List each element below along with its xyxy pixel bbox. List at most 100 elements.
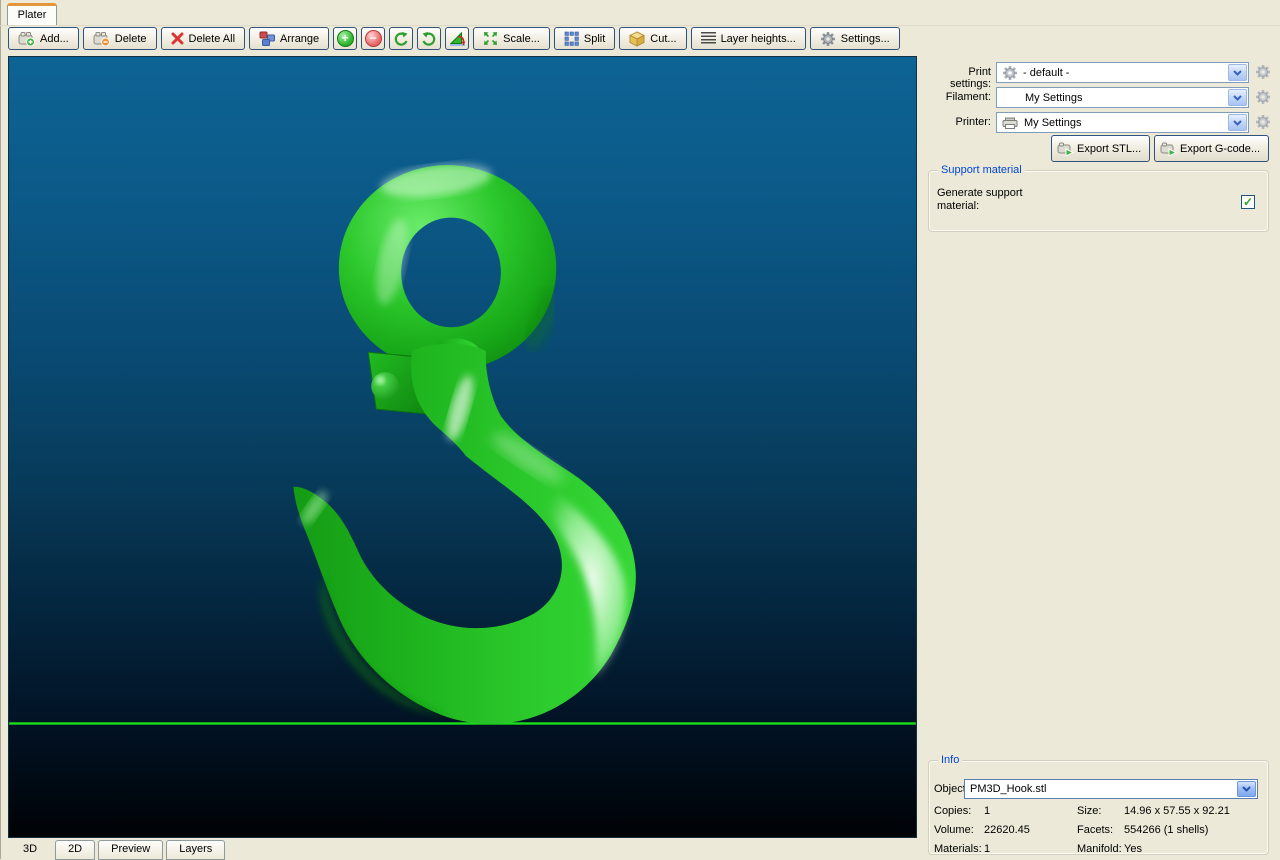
tab-plater[interactable]: Plater [7,3,57,25]
object-value: PM3D_Hook.stl [965,783,1236,795]
tab-strip-divider [0,25,1280,26]
delete-button-label: Delete [115,33,147,45]
object-dropdown-arrow[interactable] [1237,781,1256,797]
handles-icon [564,31,579,46]
facets-value: 554266 (1 shells) [1124,824,1208,836]
stacked-lines-icon [701,32,716,45]
rotate-ccw-icon [393,31,409,47]
generate-support-checkbox[interactable]: ✓ [1241,195,1255,209]
settings-panel: Print settings: - default - Filament: My… [925,56,1280,859]
settings-button-label: Settings... [841,33,890,45]
brick-plus-icon [18,31,35,46]
chevron-down-icon [1242,786,1251,792]
support-material-group: Support material Generate support materi… [928,170,1269,232]
rotate-cw-button[interactable] [417,27,441,50]
delete-button[interactable]: Delete [83,27,157,50]
volume-label: Volume: [934,824,974,836]
printer-icon [1002,117,1019,129]
settings-button[interactable]: Settings... [810,27,900,50]
printer-dropdown-arrow[interactable] [1228,114,1247,131]
print-settings-select[interactable]: - default - [996,62,1249,83]
scale-button-label: Scale... [503,33,540,45]
size-value: 14.96 x 57.55 x 92.21 [1124,805,1230,817]
add-button[interactable]: Add... [8,27,79,50]
rotate-cw-icon [421,31,437,47]
materials-value: 1 [984,843,990,855]
support-material-title: Support material [938,164,1025,176]
rotate-custom-button[interactable] [445,27,469,50]
filament-gear-icon[interactable] [1255,89,1271,105]
gear-icon [1002,65,1018,81]
arrange-button[interactable]: Arrange [249,27,329,50]
info-title: Info [938,754,962,766]
generate-support-label: Generate support material: [937,187,1047,213]
bricks-icon [259,31,275,46]
materials-label: Materials: [934,843,982,855]
cut-button[interactable]: Cut... [619,27,686,50]
chevron-down-icon [1233,70,1242,76]
cut-button-label: Cut... [650,33,676,45]
brick-export-icon [1160,142,1177,156]
print-settings-label: Print settings: [925,66,991,90]
tab-plater-label: Plater [18,9,47,21]
chevron-down-icon [1233,95,1242,101]
check-icon: ✓ [1243,196,1253,208]
minus-circle-icon: − [365,30,382,47]
print-settings-value: - default - [1018,67,1227,79]
view-tab-2d[interactable]: 2D [55,840,95,860]
layer-heights-button[interactable]: Layer heights... [691,27,806,50]
rotate-ccw-button[interactable] [389,27,413,50]
filament-select[interactable]: My Settings [996,87,1249,108]
export-stl-label: Export STL... [1077,143,1141,155]
arrange-button-label: Arrange [280,33,319,45]
bed-boundary-line [9,722,916,724]
plater-3d-viewport[interactable] [8,56,917,838]
printer-select[interactable]: My Settings [996,112,1249,133]
manifold-label: Manifold: [1077,843,1122,855]
gold-box-icon [629,31,645,47]
hook-model[interactable] [9,57,916,837]
plater-toolbar: Add... Delete Delete All A [8,27,900,50]
printer-gear-icon[interactable] [1255,114,1271,130]
red-x-icon [171,32,184,45]
manifold-value: Yes [1124,843,1142,855]
triangle-rotate-icon [449,31,466,47]
object-select[interactable]: PM3D_Hook.stl [964,779,1258,799]
filament-value: My Settings [997,92,1227,104]
increase-copies-button[interactable]: + [333,27,357,50]
brick-minus-icon [93,31,110,46]
print-settings-dropdown-arrow[interactable] [1228,64,1247,81]
export-gcode-button[interactable]: Export G-code... [1154,135,1269,162]
facets-label: Facets: [1077,824,1113,836]
copies-value: 1 [984,805,990,817]
chevron-down-icon [1233,120,1242,126]
plus-circle-icon: + [337,30,354,47]
filament-dropdown-arrow[interactable] [1228,89,1247,106]
size-label: Size: [1077,805,1101,817]
view-tab-3d[interactable]: 3D [8,840,52,860]
arrows-out-icon [483,31,498,46]
decrease-copies-button[interactable]: − [361,27,385,50]
view-tab-strip: 3D 2D Preview Layers [8,840,228,859]
printer-value: My Settings [1019,117,1227,129]
volume-value: 22620.45 [984,824,1030,836]
window-left-edge [0,0,1,859]
scale-button[interactable]: Scale... [473,27,550,50]
filament-label: Filament: [925,91,991,103]
view-tab-preview[interactable]: Preview [98,840,163,860]
split-button[interactable]: Split [554,27,615,50]
gear-icon [820,31,836,47]
delete-all-button[interactable]: Delete All [161,27,245,50]
export-stl-button[interactable]: Export STL... [1051,135,1150,162]
export-gcode-label: Export G-code... [1180,143,1260,155]
split-button-label: Split [584,33,605,45]
delete-all-button-label: Delete All [189,33,235,45]
print-settings-gear-icon[interactable] [1255,64,1271,80]
view-tab-layers[interactable]: Layers [166,840,225,860]
info-group: Info Object: PM3D_Hook.stl Copies: 1 Siz… [928,760,1269,855]
brick-export-icon [1057,142,1074,156]
layer-heights-button-label: Layer heights... [721,33,796,45]
slic3r-plater-window: Plater Add... Delete [0,0,1280,859]
add-button-label: Add... [40,33,69,45]
copies-label: Copies: [934,805,971,817]
